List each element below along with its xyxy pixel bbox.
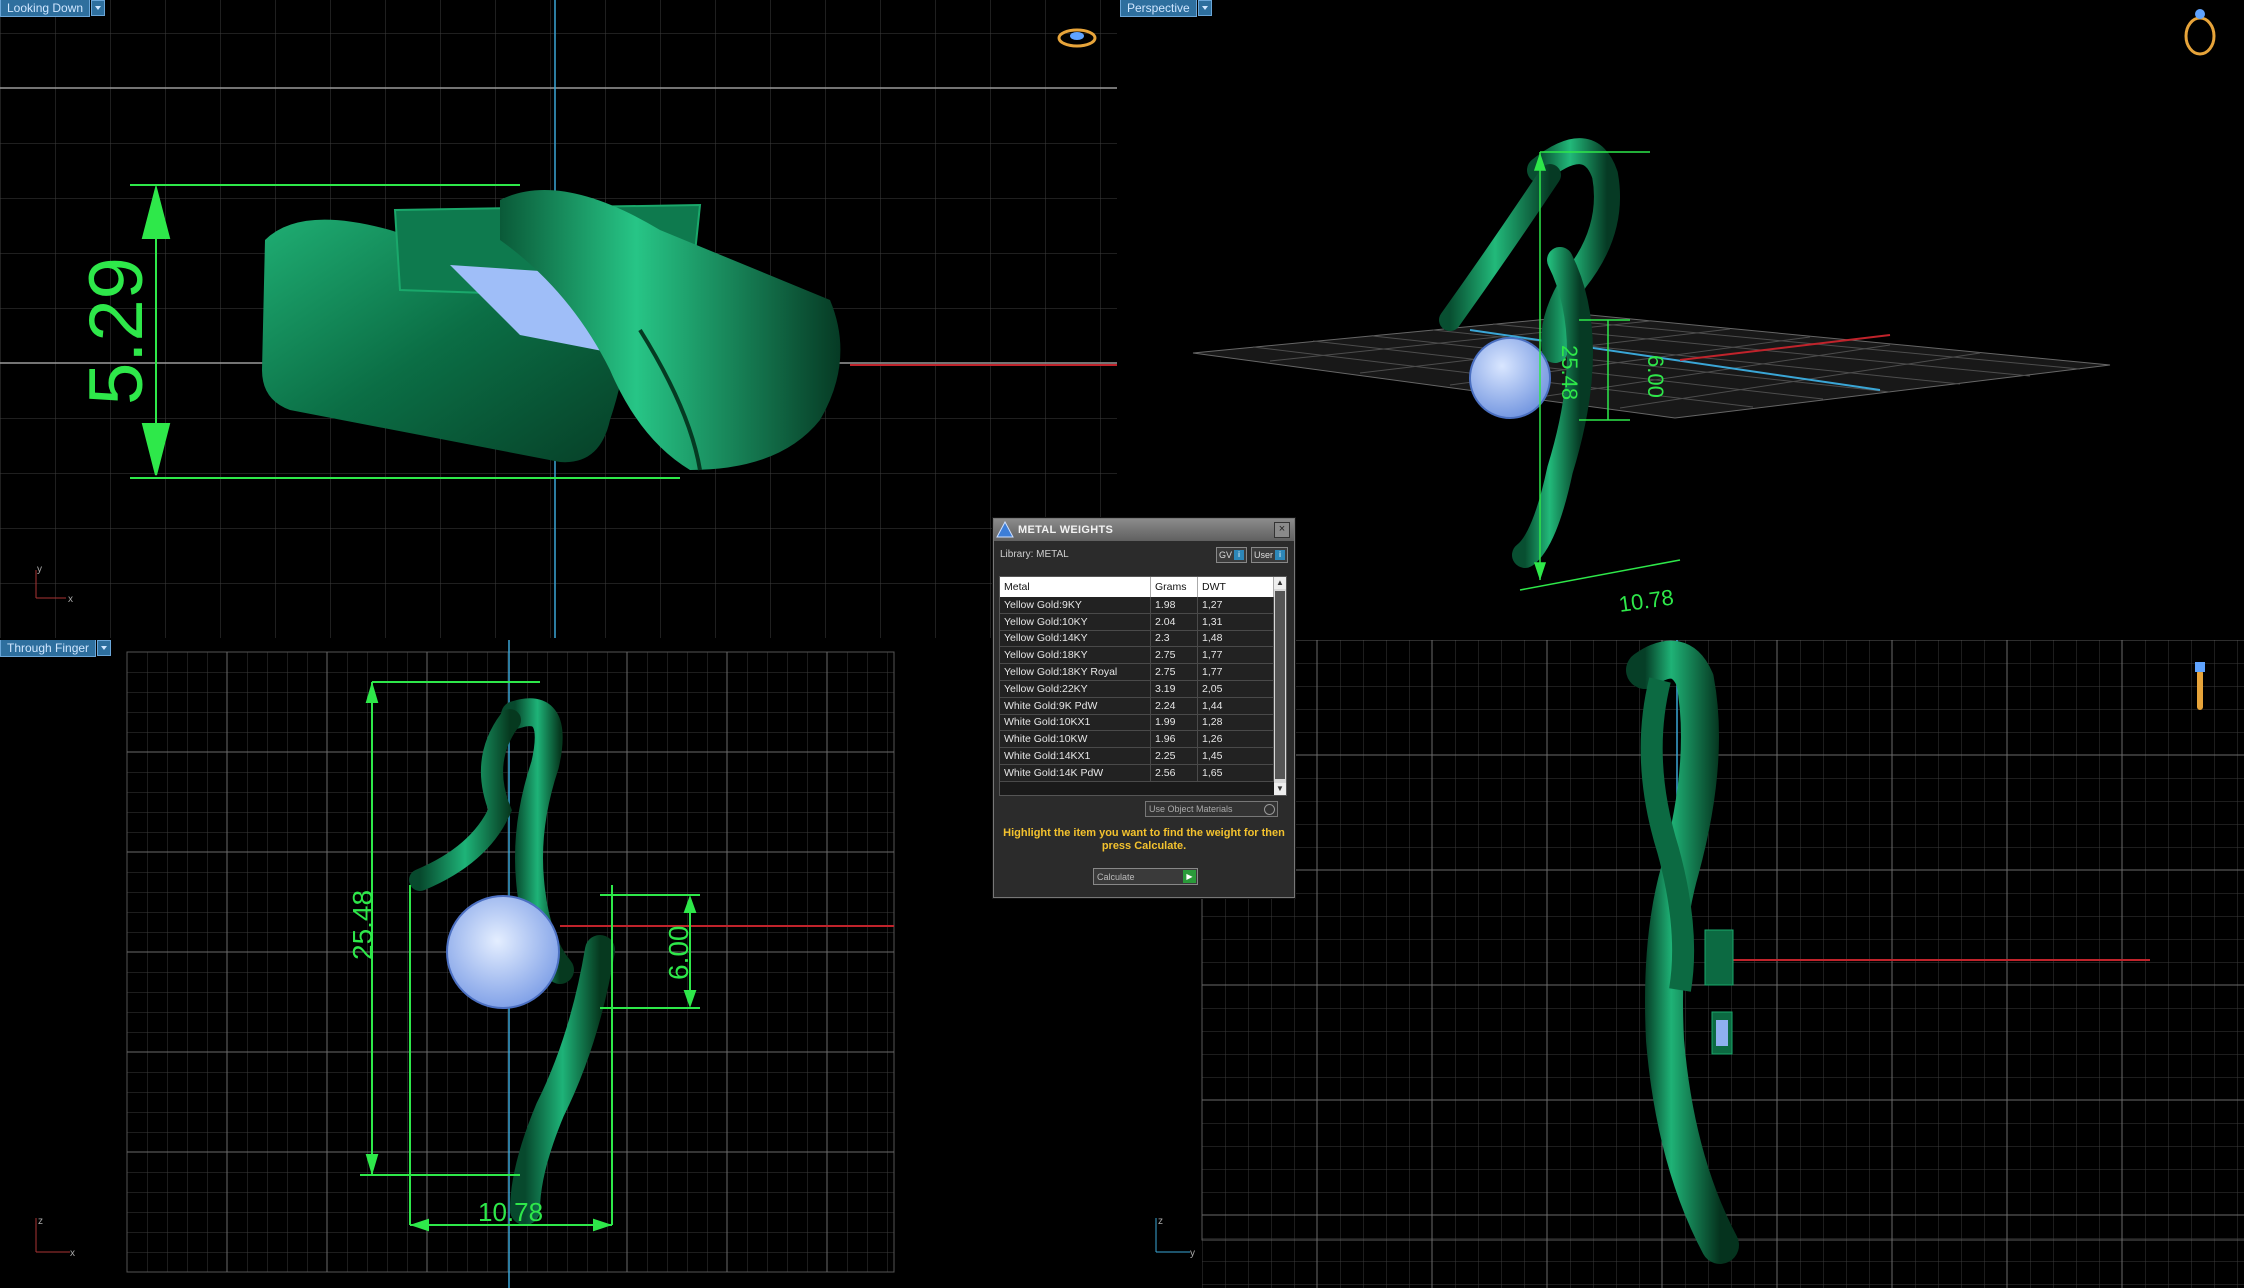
table-row[interactable]: White Gold:9K PdW 2.24 1,44	[1000, 697, 1274, 715]
grams-cell: 2.3	[1150, 630, 1198, 648]
stone-dimension-label: 6.00	[663, 926, 694, 981]
length-dimension-label: 25.48	[1557, 345, 1582, 400]
dwt-cell: 1,27	[1197, 597, 1274, 614]
grams-cell: 2.25	[1150, 747, 1198, 765]
grams-cell: 2.75	[1150, 663, 1198, 681]
library-row: Library: METAL GV i User i	[994, 541, 1294, 567]
svg-text:y: y	[37, 564, 42, 575]
svg-text:z: z	[38, 1216, 43, 1227]
dwt-cell: 1,31	[1197, 613, 1274, 631]
dwt-cell: 1,48	[1197, 630, 1274, 648]
svg-text:x: x	[68, 594, 73, 605]
metal-cell: Yellow Gold:22KY	[1000, 680, 1151, 698]
grams-cell: 2.75	[1150, 646, 1198, 665]
metal-cell: White Gold:10KW	[1000, 730, 1151, 749]
column-header-dwt[interactable]: DWT	[1197, 577, 1274, 597]
scroll-up-icon[interactable]: ▲	[1274, 577, 1286, 589]
viewport-tab-through-finger[interactable]: Through Finger	[0, 640, 112, 657]
through-finger-canvas: 25.48 6.00 10.78 z x	[35, 640, 895, 1288]
calculate-button[interactable]: Calculate ▶	[1093, 868, 1198, 885]
dwt-cell: 1,65	[1197, 764, 1274, 782]
viewport-tab-looking-down[interactable]: Looking Down	[0, 0, 106, 17]
chevron-down-icon[interactable]	[97, 640, 112, 656]
column-header-metal[interactable]: Metal	[1000, 577, 1151, 597]
table-row[interactable]: White Gold:10KX1 1.99 1,28	[1000, 714, 1274, 732]
grams-cell: 2.56	[1150, 764, 1198, 782]
dwt-cell: 1,45	[1197, 747, 1274, 765]
svg-text:y: y	[1190, 1248, 1195, 1259]
table-row[interactable]: Yellow Gold:10KY 2.04 1,31	[1000, 613, 1274, 631]
table-row[interactable]: Yellow Gold:18KY 2.75 1,77	[1000, 646, 1274, 665]
table-row[interactable]: Yellow Gold:9KY 1.98 1,27	[1000, 597, 1274, 614]
dwt-cell: 1,44	[1197, 697, 1274, 715]
close-icon[interactable]: ×	[1274, 522, 1290, 538]
user-toggle[interactable]: User i	[1250, 547, 1288, 563]
dialog-title-bar[interactable]: METAL WEIGHTS ×	[994, 519, 1294, 541]
grams-cell: 2.24	[1150, 697, 1198, 715]
library-label: Library: METAL	[1000, 548, 1069, 560]
height-dimension-label: 5.29	[74, 257, 159, 405]
ring-perspective-icon[interactable]	[2184, 9, 2216, 56]
instruction-text: Highlight the item you want to find the …	[1003, 827, 1285, 852]
viewport-looking-down[interactable]: 5.29 y x Looking Down	[0, 0, 1117, 638]
length-dimension-label: 25.48	[347, 890, 378, 960]
gv-toggle[interactable]: GV i	[1215, 547, 1247, 563]
metal-cell: White Gold:9K PdW	[1000, 697, 1151, 715]
table-row[interactable]: Yellow Gold:22KY 3.19 2,05	[1000, 680, 1274, 698]
dwt-cell: 1,77	[1197, 663, 1274, 681]
scroll-down-icon[interactable]: ▼	[1274, 783, 1286, 795]
metal-cell: White Gold:10KX1	[1000, 714, 1151, 732]
grams-cell: 2.04	[1150, 613, 1198, 631]
stone-shape[interactable]	[1469, 337, 1551, 419]
table-scrollbar[interactable]: ▲ ▼	[1274, 577, 1286, 795]
grams-cell: 1.96	[1150, 730, 1198, 749]
metal-weights-dialog[interactable]: METAL WEIGHTS × Library: METAL GV i User i…	[993, 518, 1295, 898]
grams-cell: 1.99	[1150, 714, 1198, 732]
use-object-materials-toggle[interactable]: Use Object Materials	[1145, 801, 1278, 817]
metal-cell: Yellow Gold:18KY	[1000, 646, 1151, 665]
svg-text:z: z	[1158, 1216, 1163, 1227]
svg-text:x: x	[70, 1248, 75, 1259]
table-row[interactable]: White Gold:14K PdW 2.56 1,65	[1000, 764, 1274, 782]
table-row[interactable]: Yellow Gold:14KY 2.3 1,48	[1000, 630, 1274, 648]
width-dimension-label: 10.78	[1617, 585, 1675, 617]
chevron-down-icon[interactable]	[1197, 0, 1212, 16]
column-header-grams[interactable]: Grams	[1150, 577, 1198, 597]
grams-cell: 1.98	[1150, 597, 1198, 614]
axis-indicator: z y	[1155, 1216, 1195, 1259]
dwt-cell: 1,28	[1197, 714, 1274, 732]
dialog-title: METAL WEIGHTS	[1018, 524, 1114, 536]
table-row[interactable]: White Gold:14KX1 2.25 1,45	[1000, 747, 1274, 765]
scroll-thumb[interactable]	[1275, 591, 1285, 779]
metal-cell: White Gold:14K PdW	[1000, 764, 1151, 782]
metal-cell: Yellow Gold:14KY	[1000, 630, 1151, 648]
grams-cell: 3.19	[1150, 680, 1198, 698]
axis-indicator: z x	[35, 1216, 75, 1259]
viewport-tab-perspective[interactable]: Perspective	[1120, 0, 1212, 17]
dwt-cell: 1,26	[1197, 730, 1274, 749]
dwt-cell: 2,05	[1197, 680, 1274, 698]
toggle-radio-icon[interactable]	[1264, 804, 1275, 815]
chevron-down-icon[interactable]	[91, 0, 106, 16]
dwt-cell: 1,77	[1197, 646, 1274, 665]
table-row[interactable]: White Gold:10KW 1.96 1,26	[1000, 730, 1274, 749]
metal-cell: White Gold:14KX1	[1000, 747, 1151, 765]
metal-cell: Yellow Gold:9KY	[1000, 597, 1151, 614]
play-icon[interactable]: ▶	[1183, 870, 1196, 883]
metal-cell: Yellow Gold:18KY Royal	[1000, 663, 1151, 681]
width-dimension-label: 10.78	[478, 1197, 543, 1227]
stone-shape[interactable]	[446, 895, 560, 1009]
table-row[interactable]: Yellow Gold:18KY Royal 2.75 1,77	[1000, 663, 1274, 681]
stone-dimension-label: 6.00	[1643, 355, 1668, 398]
metal-table[interactable]: Metal Grams DWT Yellow Gold:9KY 1.98 1,27 Y…	[999, 576, 1287, 796]
viewport-through-finger[interactable]: 25.48 6.00 10.78 z x Through Finger	[0, 640, 1117, 1288]
looking-down-canvas: 5.29 y x	[0, 0, 1117, 638]
metal-cell: Yellow Gold:10KY	[1000, 613, 1151, 631]
metal-weights-logo-icon	[994, 519, 1016, 541]
